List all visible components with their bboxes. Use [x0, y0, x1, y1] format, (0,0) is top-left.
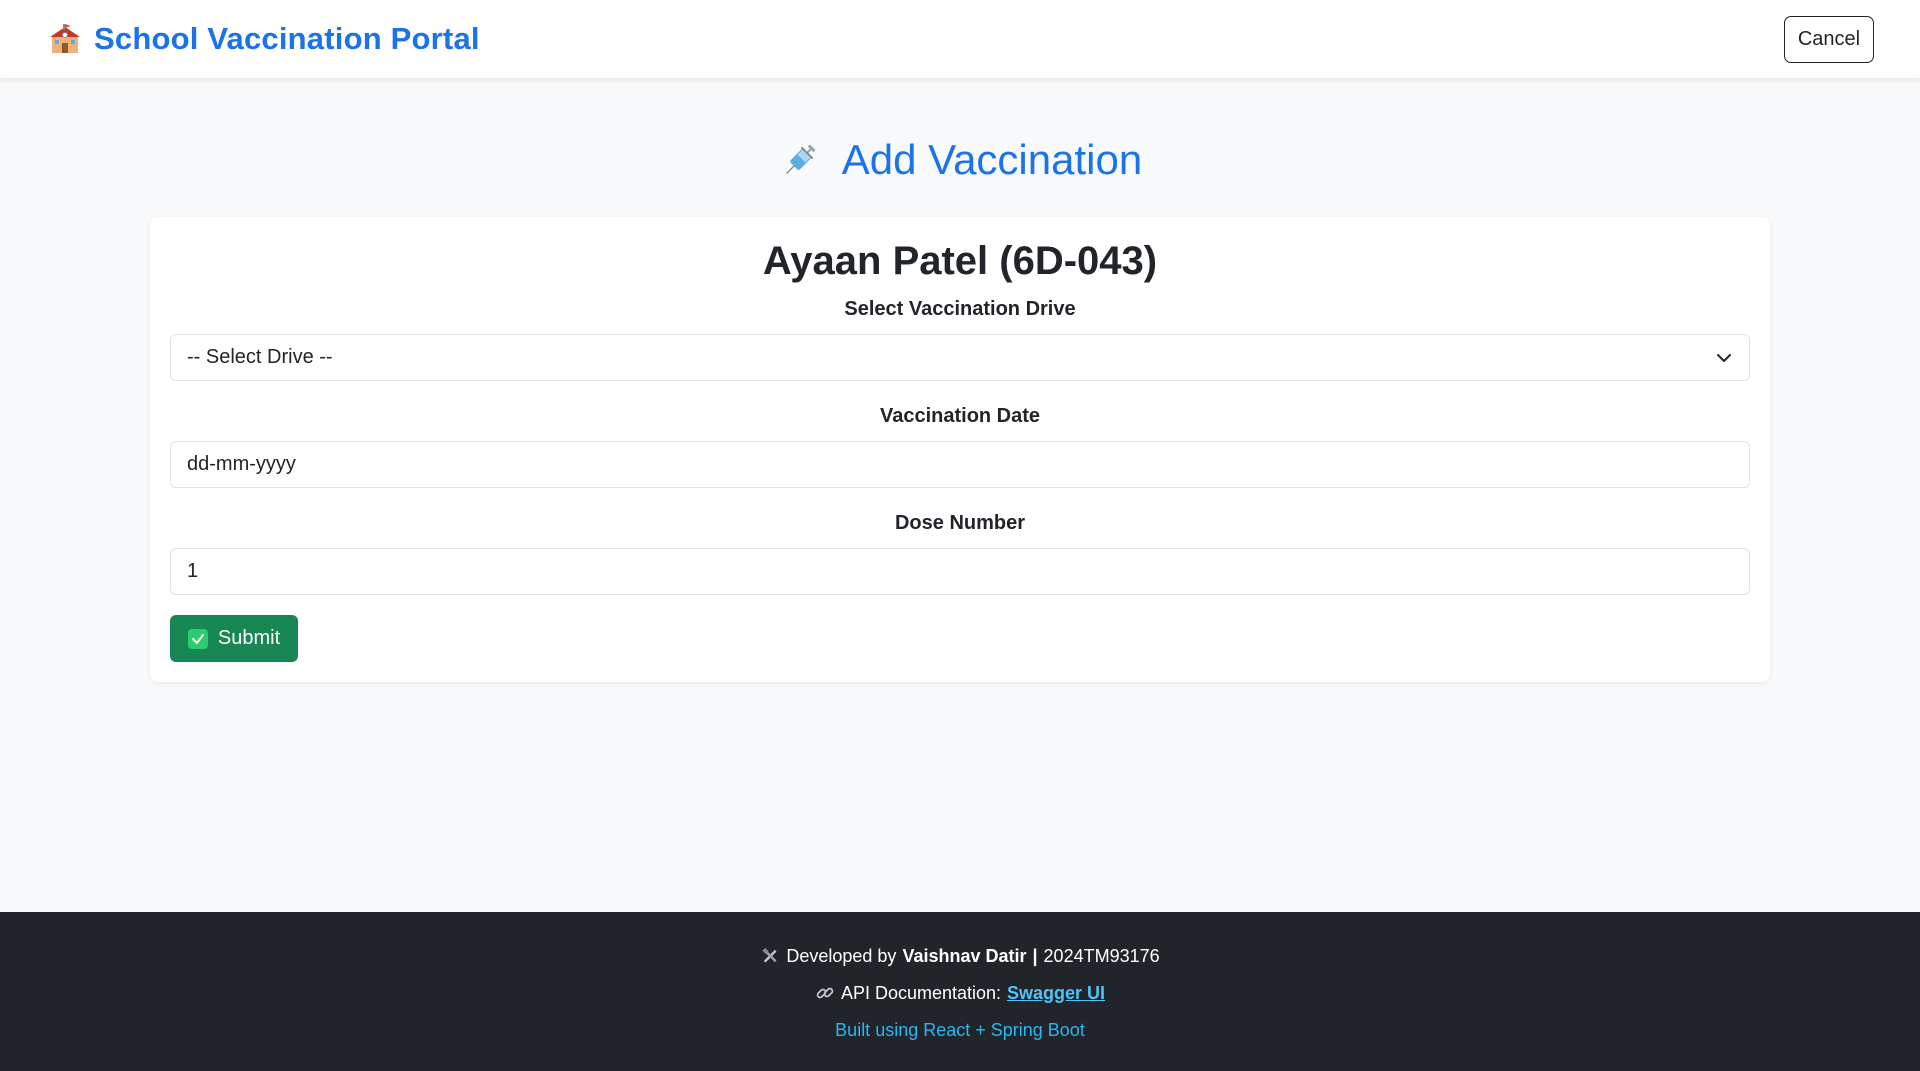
developer-name: Vaishnav Datir — [902, 945, 1027, 966]
cancel-button[interactable]: Cancel — [1784, 15, 1874, 63]
brand[interactable]: School Vaccination Portal — [48, 21, 480, 57]
student-name: Ayaan Patel (6D-043) — [762, 239, 1158, 283]
check-icon — [187, 628, 208, 649]
dose-label: Dose Number — [894, 512, 1026, 534]
school-icon — [50, 24, 80, 53]
built-with-text: Built using React + Spring Boot — [835, 1019, 1085, 1040]
developer-id: 2024TM93176 — [1043, 945, 1160, 966]
page-heading: Add Vaccination — [0, 136, 1920, 184]
date-placeholder: dd-mm-yyyy — [187, 453, 296, 475]
drive-select-value: -- Select Drive -- — [187, 346, 333, 368]
navbar: School Vaccination Portal Cancel — [0, 0, 1920, 78]
dose-number-input[interactable]: 1 — [170, 548, 1750, 595]
vaccination-form-card: Ayaan Patel (6D-043) Select Vaccination … — [150, 217, 1770, 682]
syringe-icon — [785, 144, 816, 174]
dose-value: 1 — [187, 560, 199, 582]
developer-separator: | — [1032, 945, 1038, 966]
drive-label: Select Vaccination Drive — [844, 298, 1076, 320]
developer-prefix: Developed by — [786, 945, 897, 966]
date-label: Vaccination Date — [879, 405, 1041, 427]
chevron-down-icon — [1717, 353, 1731, 362]
brand-title: School Vaccination Portal — [94, 21, 480, 56]
drive-select[interactable]: -- Select Drive -- — [170, 334, 1750, 381]
submit-label: Submit — [217, 627, 281, 649]
api-docs-prefix: API Documentation: — [840, 982, 1002, 1003]
vaccination-date-input[interactable]: dd-mm-yyyy — [170, 441, 1750, 488]
tools-icon — [762, 947, 777, 963]
developer-line: Developed by Vaishnav Datir | 2024TM9317… — [760, 944, 1160, 968]
page-title: Add Vaccination — [841, 136, 1143, 183]
link-icon — [816, 987, 834, 999]
submit-button[interactable]: Submit — [170, 615, 298, 662]
api-docs-line: API Documentation: Swagger UI — [815, 981, 1105, 1005]
footer: Developed by Vaishnav Datir | 2024TM9317… — [0, 912, 1920, 1071]
swagger-ui-link[interactable]: Swagger UI — [1007, 983, 1105, 1004]
